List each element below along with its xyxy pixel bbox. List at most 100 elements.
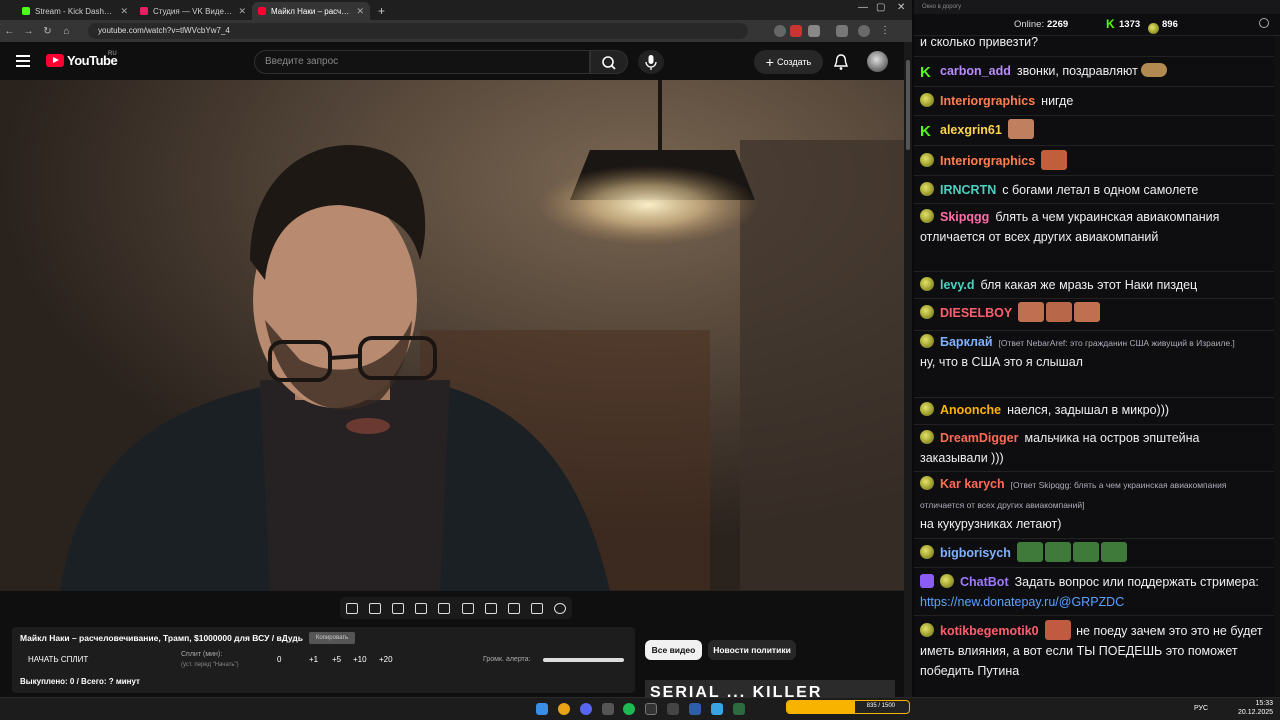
donate-link[interactable]: https://new.donatepay.ru/@GRPZDC bbox=[920, 595, 1124, 609]
username[interactable]: IRNCRTN bbox=[940, 183, 996, 197]
loop-icon[interactable] bbox=[345, 602, 358, 614]
app-icon[interactable] bbox=[667, 703, 679, 715]
forward-icon[interactable]: → bbox=[19, 26, 38, 37]
chat-scrollbar[interactable] bbox=[1274, 36, 1280, 696]
profile-icon[interactable] bbox=[858, 25, 870, 37]
search-button[interactable] bbox=[590, 50, 628, 74]
tab-vk-studio[interactable]: Студия — VK Видео Live ✕ bbox=[134, 2, 252, 20]
audio-icon[interactable] bbox=[368, 602, 381, 614]
close-tab-icon[interactable]: ✕ bbox=[120, 6, 128, 17]
download-icon[interactable] bbox=[836, 25, 848, 37]
alert-volume-slider[interactable] bbox=[543, 658, 624, 662]
search-icon bbox=[602, 56, 616, 70]
tab-title: Майкл Наки – расчеловечивание... bbox=[271, 6, 351, 16]
picture-in-picture-icon[interactable] bbox=[438, 602, 451, 614]
close-tab-icon[interactable]: ✕ bbox=[356, 6, 364, 17]
copy-button[interactable]: Копировать bbox=[309, 632, 355, 644]
tab-kick-dashboard[interactable]: Stream - Kick Dashboard ✕ bbox=[16, 2, 134, 20]
extension-icon[interactable] bbox=[774, 25, 786, 37]
close-window-icon[interactable]: ✕ bbox=[897, 2, 905, 13]
start-split-button[interactable]: НАЧАТЬ СПЛИТ bbox=[28, 655, 88, 664]
username[interactable]: Anoonche bbox=[940, 403, 1001, 417]
donation-goal-text: 835 / 1500 bbox=[866, 703, 895, 709]
create-button[interactable]: + Создать bbox=[754, 50, 823, 74]
user-badge-icon bbox=[920, 153, 934, 167]
username[interactable]: levy.d bbox=[940, 278, 975, 292]
new-tab-button[interactable]: + bbox=[370, 2, 393, 20]
chip-all-videos[interactable]: Все видео bbox=[645, 640, 702, 660]
chat-message: Kcarbon_add звонки, поздравляют bbox=[920, 61, 1270, 81]
recommended-thumbnail[interactable]: SERIAL ... KILLER bbox=[645, 680, 895, 697]
reload-icon[interactable]: ↻ bbox=[38, 26, 57, 37]
extension-badge-icon[interactable] bbox=[790, 25, 802, 37]
chat-message: DreamDigger мальчика на остров эпштейна з… bbox=[920, 428, 1270, 468]
chat-message: Interiorgraphics нигде bbox=[920, 91, 1270, 111]
split-label: Сплит (мин): bbox=[181, 651, 223, 658]
extensions-puzzle-icon[interactable] bbox=[808, 25, 820, 37]
spotify-icon[interactable] bbox=[623, 703, 635, 715]
page-scrollbar[interactable] bbox=[904, 42, 912, 697]
url-field[interactable]: youtube.com/watch?v=tlWVcbYw7_4 bbox=[88, 23, 748, 39]
username[interactable]: alexgrin61 bbox=[940, 123, 1002, 137]
chip-politics-news[interactable]: Новости политики bbox=[708, 640, 796, 660]
clip-icon[interactable] bbox=[415, 602, 428, 614]
username[interactable]: kotikbegemotik0 bbox=[940, 624, 1039, 638]
notifications-bell-icon[interactable] bbox=[833, 53, 849, 71]
username[interactable]: Барклай bbox=[940, 335, 993, 349]
youtube-logo[interactable]: YouTube RU bbox=[46, 51, 118, 68]
speed-icon[interactable] bbox=[484, 602, 497, 614]
other-viewer-count: 896 bbox=[1162, 19, 1178, 30]
chat-settings-icon[interactable] bbox=[1259, 18, 1269, 28]
chat-message: Skipqgg блять а чем украинская авиакомпан… bbox=[920, 207, 1270, 247]
split-value-field[interactable]: 0 bbox=[277, 655, 281, 664]
username[interactable]: Interiorgraphics bbox=[940, 154, 1035, 168]
username[interactable]: ChatBot bbox=[960, 575, 1009, 589]
maximize-icon[interactable]: ▢ bbox=[876, 2, 885, 13]
donation-progress-fill bbox=[787, 701, 855, 713]
tab-title: Студия — VK Видео Live bbox=[153, 6, 233, 16]
video-player[interactable] bbox=[0, 80, 904, 591]
system-clock[interactable]: 15:33 20.12.2025 bbox=[1238, 699, 1273, 717]
discord-icon[interactable] bbox=[580, 703, 592, 715]
close-tab-icon[interactable]: ✕ bbox=[238, 6, 246, 17]
home-icon[interactable]: ⌂ bbox=[57, 26, 76, 37]
add-5-button[interactable]: +5 bbox=[332, 655, 341, 664]
add-10-button[interactable]: +10 bbox=[353, 655, 367, 664]
menu-kebab-icon[interactable]: ⋮ bbox=[880, 25, 892, 37]
chat-message: kotikbegemotik0 не поеду зачем это это н… bbox=[920, 620, 1270, 681]
username[interactable]: bigborisych bbox=[940, 546, 1011, 560]
screenshot-icon[interactable] bbox=[531, 602, 544, 614]
voice-search-button[interactable] bbox=[638, 50, 664, 74]
start-windows-icon[interactable] bbox=[536, 703, 548, 715]
minimize-icon[interactable]: — bbox=[858, 2, 868, 13]
tab-youtube-video[interactable]: Майкл Наки – расчеловечивание... ✕ bbox=[252, 2, 370, 20]
message-text: звонки, поздравляют bbox=[1016, 64, 1138, 78]
app-icon[interactable] bbox=[602, 703, 614, 715]
telegram-icon[interactable] bbox=[711, 703, 723, 715]
add-icon[interactable] bbox=[507, 602, 520, 614]
watch-icon[interactable] bbox=[391, 602, 404, 614]
app-icon[interactable] bbox=[733, 703, 745, 715]
username[interactable]: Skipqgg bbox=[940, 210, 989, 224]
username[interactable]: DreamDigger bbox=[940, 431, 1019, 445]
media-player-icon[interactable] bbox=[689, 703, 701, 715]
app-icon[interactable] bbox=[645, 703, 657, 715]
settings-gear-icon[interactable] bbox=[554, 602, 567, 614]
kick-viewer-count: 1373 bbox=[1119, 19, 1141, 30]
kick-favicon-icon bbox=[22, 7, 30, 15]
input-language[interactable]: РУС bbox=[1194, 705, 1208, 712]
account-avatar[interactable] bbox=[867, 51, 888, 72]
split-panel: Майкл Наки – расчеловечивание, Трамп, $1… bbox=[12, 627, 635, 693]
username[interactable]: Interiorgraphics bbox=[940, 94, 1035, 108]
username[interactable]: carbon_add bbox=[940, 64, 1011, 78]
face-emote-icon bbox=[1074, 302, 1101, 322]
hamburger-menu-icon[interactable] bbox=[16, 55, 30, 67]
chrome-icon[interactable] bbox=[558, 703, 570, 715]
username[interactable]: DIESELBOY bbox=[940, 306, 1012, 320]
add-1-button[interactable]: +1 bbox=[309, 655, 318, 664]
username[interactable]: Kar karych bbox=[940, 477, 1005, 491]
search-input[interactable]: Введите запрос bbox=[254, 50, 590, 74]
cinema-mode-icon[interactable] bbox=[461, 602, 474, 614]
back-icon[interactable]: ← bbox=[0, 26, 19, 37]
add-20-button[interactable]: +20 bbox=[379, 655, 393, 664]
